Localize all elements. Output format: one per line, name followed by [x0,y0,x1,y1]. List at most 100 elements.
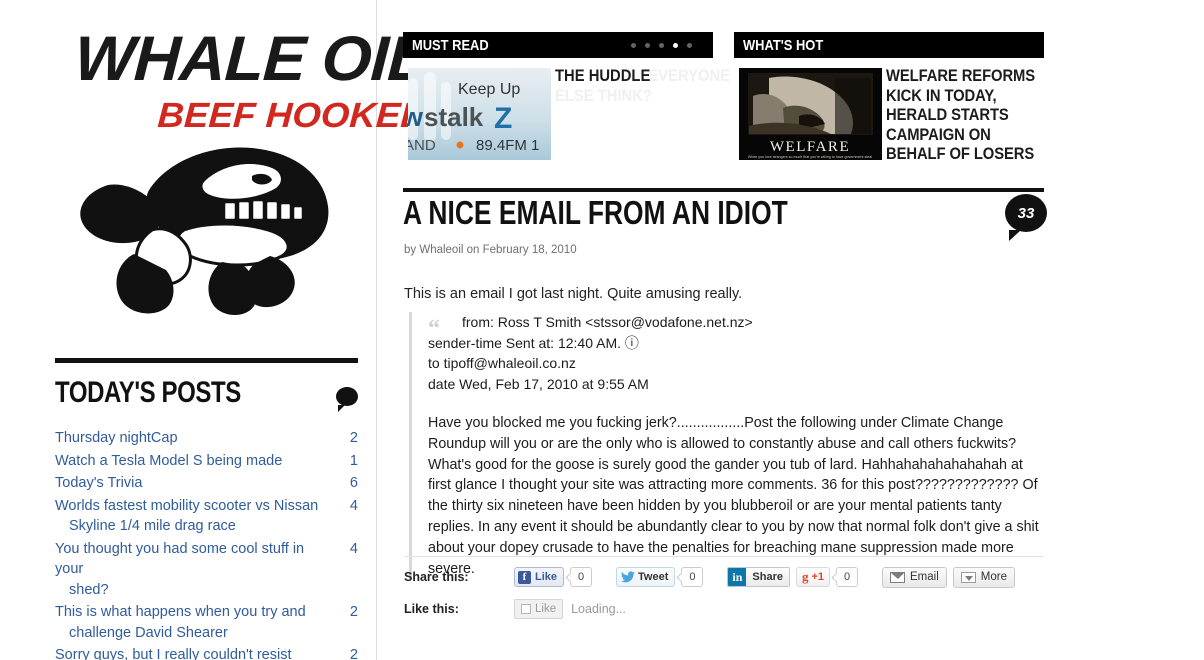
twitter-bird-icon [621,571,636,583]
whats-hot-headline[interactable]: WELFARE REFORMS KICK IN TODAY, HERALD ST… [886,66,1047,164]
facebook-like-label: Like [535,571,558,583]
page-root: WHALE OIL BEEF HOOKED TODAY'S POSTS Thur… [0,0,1204,660]
article-comment-count: 33 [1017,204,1035,222]
like-this-row: Like this: Like Loading... [404,598,1044,620]
welfare-poster-thumbnail[interactable]: WELFARE When you love strangers so much … [739,68,882,160]
post-title[interactable]: This is what happens when you try and [55,604,306,620]
facebook-f-icon: f [518,570,531,584]
must-read-body: Keep Up w stalk Z AND 89.4FM 1 WHAT DOES… [403,66,730,163]
article-byline: by Whaleoil on February 18, 2010 [404,244,577,256]
post-title[interactable]: Thursday nightCap [55,430,178,446]
orca-whale-mascot-icon [80,147,329,315]
envelope-icon [890,571,906,583]
share-this-label: Share this: [404,570,469,584]
article-intro-paragraph: This is an email I got last night. Quite… [404,286,743,302]
todays-posts-list: Thursday nightCap 2 Watch a Tesla Model … [55,428,358,660]
slider-dot-2[interactable] [645,42,650,48]
must-read-headline-wrap[interactable]: WHAT DOES EVERYONE ELSE THINK? THE HUDDL… [555,66,755,126]
post-comment-count: 6 [349,475,358,491]
svg-text:89.4FM 1: 89.4FM 1 [476,137,539,154]
svg-text:Z: Z [494,102,512,135]
list-item[interactable]: Today's Trivia 6 [55,473,358,494]
slider-dot-1[interactable] [631,42,636,48]
whats-hot-title: WHAT'S HOT [743,36,824,54]
whats-hot-header: WHAT'S HOT [734,32,1044,58]
more-share-button[interactable]: More [952,566,1015,588]
must-read-title: MUST READ [412,36,489,54]
list-item[interactable]: Thursday nightCap 2 [55,428,358,449]
quote-mark-icon: “ [428,316,440,342]
post-title[interactable]: Worlds fastest mobility scooter vs Nissa… [55,498,318,514]
wordpress-like-label: Like [535,603,557,615]
list-item[interactable]: Sorry guys, but I really couldn't resist… [55,645,358,660]
sidebar-divider [55,358,358,363]
site-logo[interactable]: WHALE OIL BEEF HOOKED [46,20,428,320]
list-item[interactable]: Worlds fastest mobility scooter vs Nissa… [55,496,358,537]
must-read-box: MUST READ Keep Up w stalk Z AND 89.4FM 1… [403,32,730,163]
feature-boxes: MUST READ Keep Up w stalk Z AND 89.4FM 1… [403,32,1044,167]
logo-line-beef-hooked: BEEF HOOKED [156,96,429,135]
email-share-button[interactable]: Email [882,566,947,588]
slider-dot-3[interactable] [659,42,664,48]
post-comment-count: 4 [349,540,358,557]
svg-text:AND: AND [408,137,436,154]
list-item[interactable]: You thought you had some cool stuff in y… [55,539,358,601]
linkedin-share-label: Share [746,568,789,586]
slider-dot-4-active[interactable] [673,42,678,48]
post-comment-count: 2 [349,604,358,620]
post-title[interactable]: Watch a Tesla Model S being made [55,453,282,469]
list-item[interactable]: Watch a Tesla Model S being made 1 [55,451,358,472]
linkedin-in-icon: in [728,568,747,586]
comment-bubble-icon [336,387,358,412]
email-from-line: from: Ross T Smith <stssor@vodafone.net.… [462,314,753,330]
twitter-tweet-count: 0 [681,567,704,587]
google-plus-one-label: +1 [811,571,825,583]
page-title: A NICE EMAIL FROM AN IDIOT [403,194,788,231]
newstalk-zb-radio-thumbnail[interactable]: Keep Up w stalk Z AND 89.4FM 1 [408,68,551,160]
whats-hot-body: WELFARE When you love strangers so much … [734,66,1047,164]
email-body: Have you blocked me you fucking jerk?...… [428,415,1039,577]
linkedin-share-button[interactable]: in Share [727,567,790,587]
list-item[interactable]: This is what happens when you try and cha… [55,602,358,643]
email-headers: from: Ross T Smith <stssor@vodafone.net.… [428,312,1043,394]
share-divider [404,556,1044,557]
svg-text:Keep Up: Keep Up [458,81,520,98]
logo-wordmark: WHALE OIL BEEF HOOKED [46,20,428,140]
slider-pagination-dots[interactable] [631,42,704,48]
article-top-divider [403,188,1044,192]
sidebar: WHALE OIL BEEF HOOKED TODAY'S POSTS Thur… [0,0,428,660]
post-title[interactable]: Today's Trivia [55,475,142,491]
post-title[interactable]: Sorry guys, but I really couldn't resist [55,647,291,660]
post-comment-count: 4 [349,497,358,514]
comment-bubble-icon[interactable]: 33 [1005,194,1047,241]
share-this-row: Share this: f Like 0 Tweet 0 in Share g … [404,566,1044,588]
post-comment-count: 2 [349,430,358,446]
twitter-tweet-button[interactable]: Tweet [616,567,676,587]
email-share-label: Email [910,571,939,583]
like-checkbox-icon [521,604,531,614]
logo-line-whale-oil: WHALE OIL [72,24,428,94]
must-read-headline[interactable]: THE HUDDLE [555,66,651,86]
svg-text:w: w [408,102,424,132]
email-blockquote: “ from: Ross T Smith <stssor@vodafone.ne… [409,312,1043,580]
google-plus-one-button[interactable]: g +1 [795,567,831,587]
post-title-line2[interactable]: challenge David Shearer [55,623,324,644]
caret-down-icon [960,571,976,583]
svg-text:stalk: stalk [424,102,484,132]
twitter-tweet-label: Tweet [638,571,669,583]
more-share-label: More [980,571,1007,583]
whats-hot-box: WHAT'S HOT WELFARE When you love strange… [734,32,1044,163]
wordpress-like-button[interactable]: Like [514,599,564,619]
google-plus-one-count: 0 [836,567,859,587]
post-title[interactable]: You thought you had some cool stuff in y… [55,541,304,578]
post-title-line2[interactable]: Skyline 1/4 mile drag race [55,516,324,537]
svg-text:When you love strangers so muc: When you love strangers so much that you… [748,155,872,159]
google-plus-icon: g [801,569,809,584]
facebook-like-button[interactable]: f Like [514,567,565,587]
post-comment-count: 1 [349,452,358,469]
like-loading-status: Loading... [571,602,627,616]
slider-dot-5[interactable] [687,42,692,48]
sidebar-section-title: TODAY'S POSTS [55,376,241,409]
email-date-line: date Wed, Feb 17, 2010 at 9:55 AM [428,375,649,392]
post-title-line2[interactable]: shed? [55,580,324,601]
